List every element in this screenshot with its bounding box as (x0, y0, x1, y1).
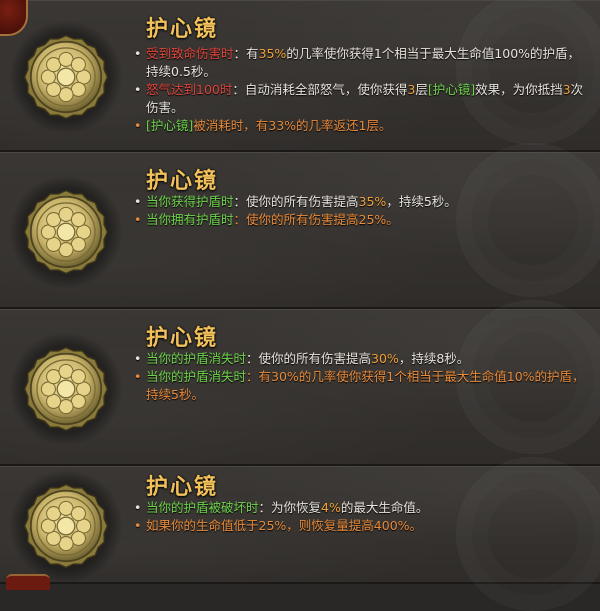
text-segment: 效果，为你抵挡 (475, 82, 563, 97)
text-segment: ：有 (233, 46, 259, 61)
description-line: • 当你的护盾消失时：使你的所有伤害提高30%，持续8秒。 (134, 350, 586, 368)
text-segment: 4% (321, 500, 341, 515)
talent-description: • 当你的护盾消失时：使你的所有伤害提高30%，持续8秒。 • 当你的护盾消失时：有3… (134, 350, 586, 404)
bullet-icon: • (134, 82, 142, 97)
talent-title: 护心镜 (146, 17, 219, 42)
text-segment: ：使你的所有伤害提高 (246, 351, 372, 366)
talent-card[interactable]: 护心镜 • 当你的护盾消失时：使你的所有伤害提高30%，持续8秒。 • 当你的护盾消失时… (0, 300, 600, 466)
description-line: • 受到致命伤害时：有35%的几率使你获得1个相当于最大生命值100%的护盾，持续… (134, 45, 586, 81)
text-segment: 35% (258, 46, 287, 61)
text-segment: 的最大生命值。 (340, 500, 429, 515)
talent-description: • 当你获得护盾时：使你的所有伤害提高35%，持续5秒。 • 当你拥有护盾时：使你的所… (134, 193, 586, 229)
text-segment: [护心镜] (427, 82, 476, 97)
talent-icon[interactable] (22, 188, 110, 276)
bullet-icon: • (134, 500, 142, 515)
talent-card[interactable]: 护心镜 • 当你的护盾被破坏时：为你恢复4%的最大生命值。 • 如果你的生命值低于25%… (0, 457, 600, 611)
text-segment: 当你获得护盾时 (146, 194, 234, 209)
text-segment: 3 (562, 82, 571, 97)
shield-mirror-medal-icon (23, 346, 109, 431)
shield-mirror-medal-icon (23, 483, 109, 569)
talent-icon[interactable] (22, 33, 110, 121)
text-segment: 被消耗时，有33%的几率返还1层。 (193, 118, 392, 133)
shield-mirror-medal-icon (23, 189, 109, 274)
bullet-icon: • (134, 212, 142, 227)
bullet-icon: • (134, 351, 142, 366)
text-segment: 30% (371, 351, 399, 366)
talent-icon[interactable] (22, 482, 110, 570)
talent-icon[interactable] (22, 345, 110, 433)
text-segment: 35% (358, 194, 387, 209)
description-line: • 当你的护盾消失时：有30%的几率使你获得1个相当于最大生命值10%的护盾，持续… (134, 368, 586, 404)
text-segment: 受到致命伤害时 (146, 46, 234, 61)
text-segment: ：自动消耗全部怒气，使你获得 (232, 82, 408, 97)
text-segment: ：为你恢复 (258, 500, 322, 515)
talent-card[interactable]: 护心镜 • 当你获得护盾时：使你的所有伤害提高35%，持续5秒。 • 当你拥有护盾时：使… (0, 143, 600, 309)
talent-description: • 当你的护盾被破坏时：为你恢复4%的最大生命值。 • 如果你的生命值低于25%，则恢… (134, 499, 586, 535)
talent-title: 护心镜 (146, 326, 219, 351)
text-segment: 如果你的生命值低于25%，则恢复量提高400%。 (146, 518, 423, 533)
description-line: • 当你的护盾被破坏时：为你恢复4%的最大生命值。 (134, 499, 586, 517)
bullet-icon: • (134, 194, 142, 209)
bullet-icon: • (134, 369, 142, 384)
text-segment: 怒气达到100时 (146, 82, 233, 97)
talent-title: 护心镜 (146, 169, 219, 194)
frame-bottom-ornament (6, 574, 50, 590)
description-line: • 当你拥有护盾时：使你的所有伤害提高25%。 (134, 211, 586, 229)
talent-card[interactable]: 护心镜 • 受到致命伤害时：有35%的几率使你获得1个相当于最大生命值100%的护盾… (0, 0, 600, 152)
bullet-icon: • (134, 118, 142, 133)
text-segment: ，持续5秒。 (386, 194, 457, 209)
text-segment: 层 (415, 82, 428, 97)
description-line: • 怒气达到100时：自动消耗全部怒气，使你获得3层[护心镜]效果，为你抵挡3次伤… (134, 81, 586, 117)
talent-description: • 受到致命伤害时：有35%的几率使你获得1个相当于最大生命值100%的护盾，持续… (134, 45, 586, 135)
text-segment: [护心镜] (146, 118, 194, 133)
bullet-icon: • (134, 46, 142, 61)
talent-title: 护心镜 (146, 475, 219, 500)
text-segment: 当你的护盾消失时 (146, 351, 247, 366)
shield-mirror-medal-icon (23, 34, 109, 120)
description-line: • 当你获得护盾时：使你的所有伤害提高35%，持续5秒。 (134, 193, 586, 211)
text-segment: ：使你的所有伤害提高25%。 (233, 212, 399, 227)
description-line: • [护心镜]被消耗时，有33%的几率返还1层。 (134, 117, 586, 135)
text-segment: 当你的护盾消失时 (146, 369, 247, 384)
description-line: • 如果你的生命值低于25%，则恢复量提高400%。 (134, 517, 586, 535)
text-segment: 当你的护盾被破坏时 (146, 500, 259, 515)
text-segment: ：使你的所有伤害提高 (233, 194, 359, 209)
text-segment: 当你拥有护盾时 (146, 212, 234, 227)
bullet-icon: • (134, 518, 142, 533)
text-segment: ，持续8秒。 (398, 351, 470, 366)
